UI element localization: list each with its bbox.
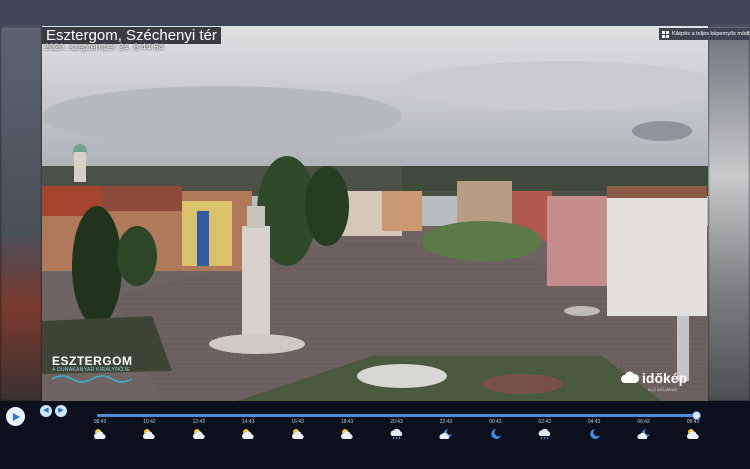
partly-cloudy-icon[interactable] [241, 428, 255, 440]
step-forward-button[interactable]: ▶ [55, 405, 67, 417]
partly-cloudy-icon[interactable] [142, 428, 156, 440]
capture-timestamp: 2020. szeptember 24. 8:44:54 [44, 42, 164, 52]
moon-icon[interactable] [587, 428, 601, 440]
partly-cloudy-icon[interactable] [291, 428, 305, 440]
partly-cloudy-icon[interactable] [93, 428, 107, 440]
webcam-scene [42, 26, 708, 401]
next-camera-preview[interactable] [708, 26, 750, 401]
timeline-time-label[interactable]: 18:43 [332, 419, 362, 425]
timeline-time-label[interactable]: 16:43 [283, 419, 313, 425]
top-bar [0, 0, 750, 26]
timeline-time-label[interactable]: 06:42 [629, 419, 659, 425]
skip-back-icon: ◀ [43, 407, 49, 414]
play-button[interactable] [6, 407, 25, 426]
timeline-time-label[interactable]: 00:43 [480, 419, 510, 425]
skip-forward-icon: ▶ [58, 407, 64, 414]
idokep-logo-subtitle: ELŐ IDŐJÁRÁS [648, 387, 678, 392]
timeline-time-label[interactable]: 10:42 [134, 419, 164, 425]
idokep-logo[interactable]: időkép ELŐ IDŐJÁRÁS [620, 370, 688, 392]
step-back-button[interactable]: ◀ [40, 405, 52, 417]
timeline-track[interactable] [97, 414, 696, 417]
esztergom-logo-subtitle: A DUNAKANYAR KIRÁLYNŐJE [52, 367, 130, 373]
previous-camera-preview[interactable] [0, 26, 42, 401]
timeline-time-label[interactable]: 02:43 [530, 419, 560, 425]
danube-wave-icon [52, 375, 132, 383]
rain-night-icon[interactable] [538, 428, 552, 440]
timeline-time-label[interactable]: 12:43 [184, 419, 214, 425]
esztergom-logo: ESZTERGOM A DUNAKANYAR KIRÁLYNŐJE [52, 354, 133, 383]
rain-night-icon[interactable] [390, 428, 404, 440]
timeline-time-label[interactable]: 14:43 [233, 419, 263, 425]
timeline-time-label[interactable]: 08:43 [678, 419, 708, 425]
partly-cloudy-icon[interactable] [686, 428, 700, 440]
cloudy-night-icon[interactable] [637, 428, 651, 440]
partly-cloudy-icon[interactable] [340, 428, 354, 440]
moon-icon[interactable] [488, 428, 502, 440]
exit-fullscreen-label: Kilépés a teljes képernyős módból [672, 31, 750, 37]
timeline-time-label[interactable]: 20:43 [382, 419, 412, 425]
timeline-time-label[interactable]: 04:43 [579, 419, 609, 425]
play-icon [13, 412, 20, 421]
timeline-time-label[interactable]: 08:43 [85, 419, 115, 425]
partly-cloudy-icon[interactable] [192, 428, 206, 440]
timeline-progress [97, 414, 696, 417]
esztergom-logo-text: ESZTERGOM [52, 354, 133, 368]
cloudy-night-icon[interactable] [439, 428, 453, 440]
idokep-cloud-icon [621, 371, 640, 383]
fullscreen-icon [662, 30, 669, 38]
exit-fullscreen-button[interactable]: Kilépés a teljes képernyős módból [659, 28, 750, 40]
timeline-time-label[interactable]: 22:43 [431, 419, 461, 425]
idokep-logo-text: időkép [642, 370, 688, 386]
webcam-image [42, 26, 708, 401]
